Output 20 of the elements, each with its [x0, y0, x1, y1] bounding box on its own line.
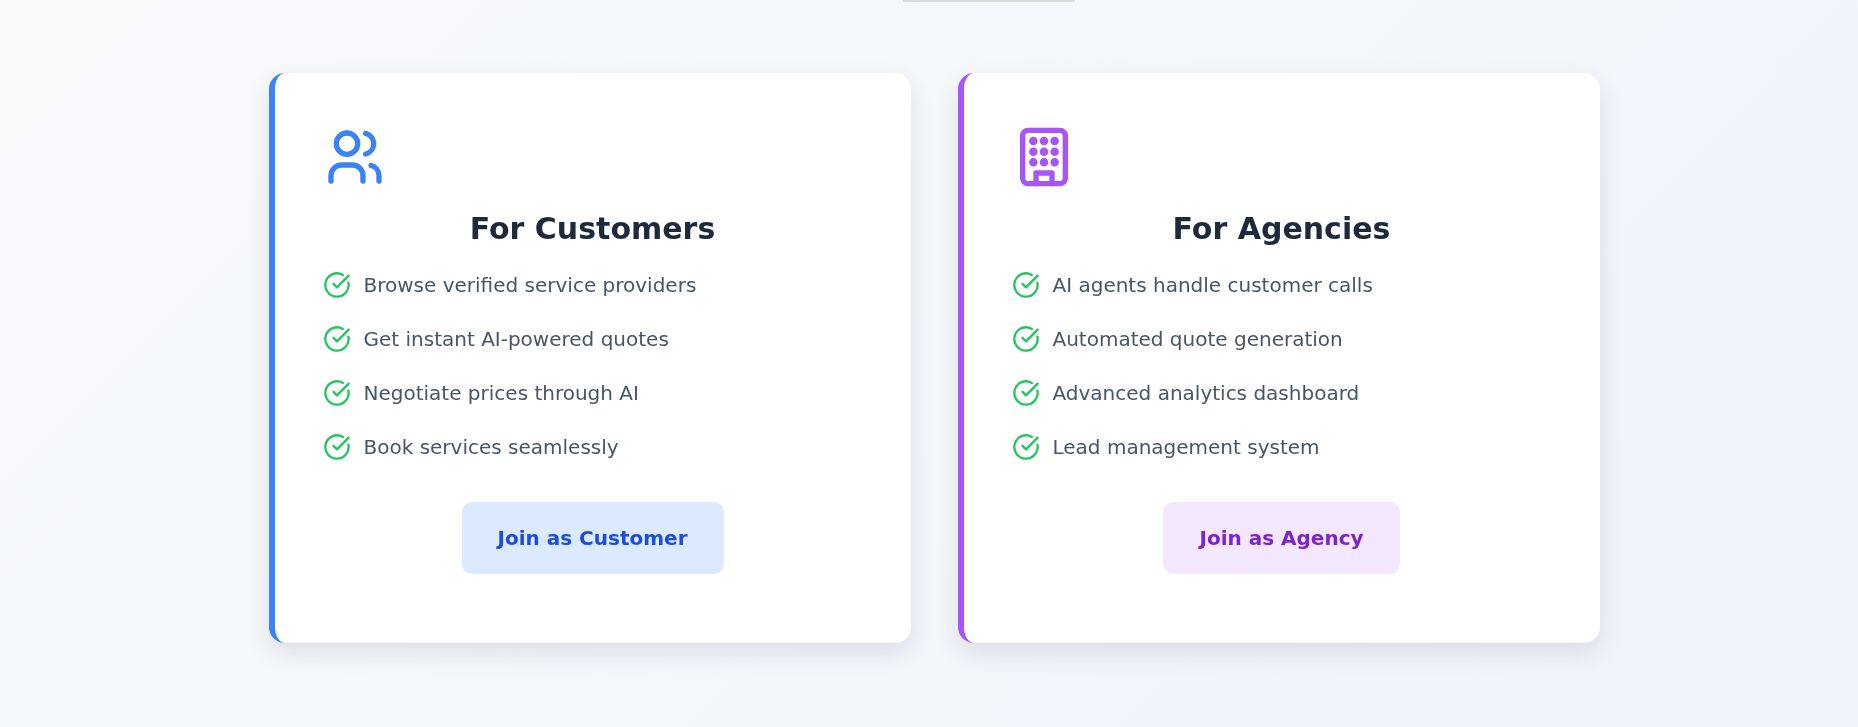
feature-text: Negotiate prices through AI: [363, 380, 639, 407]
check-circle-icon: [322, 271, 351, 299]
check-circle-icon: [322, 379, 351, 407]
feature-text: AI agents handle customer calls: [1052, 272, 1373, 299]
card-title: For Customers: [468, 211, 717, 246]
card-title: For Agencies: [1171, 211, 1392, 246]
join-button[interactable]: Join as Agency: [1163, 502, 1400, 574]
check-circle-icon: [322, 325, 351, 353]
feature-text: Advanced analytics dashboard: [1052, 380, 1360, 407]
feature-text: Book services seamlessly: [363, 434, 619, 461]
check-circle-icon: [1011, 433, 1040, 461]
join-button[interactable]: Join as Customer: [461, 502, 724, 574]
feature-text: Browse verified service providers: [363, 272, 697, 299]
check-circle-icon: [1011, 379, 1040, 407]
feature-text: Automated quote generation: [1052, 326, 1343, 353]
check-circle-icon: [322, 433, 351, 461]
check-circle-icon: [1011, 325, 1040, 353]
check-circle-icon: [1011, 271, 1040, 299]
feature-text: Lead management system: [1052, 434, 1320, 461]
feature-text: Get instant AI-powered quotes: [363, 326, 669, 353]
